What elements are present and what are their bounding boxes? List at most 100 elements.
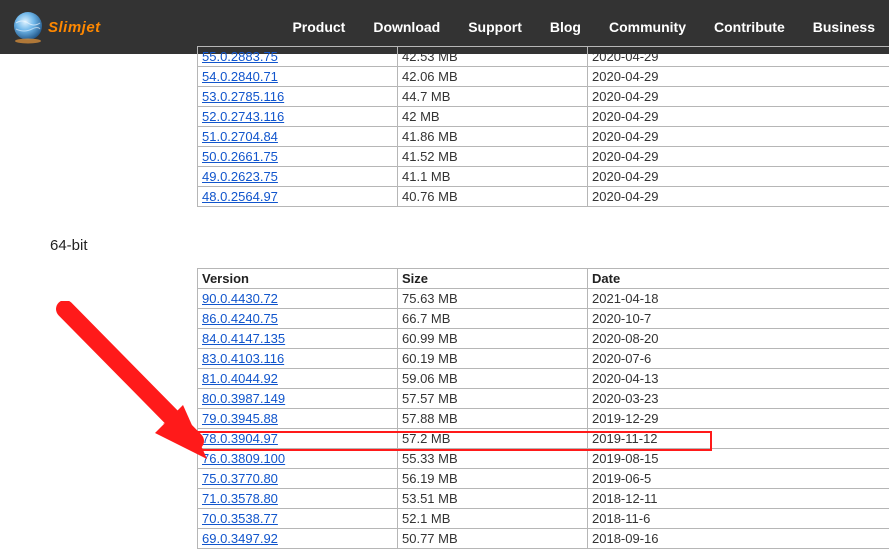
table-row: 78.0.3904.9757.2 MB2019-11-12 [198, 429, 889, 449]
cell-version: 52.0.2743.116 [198, 107, 398, 127]
table-row: 81.0.4044.9259.06 MB2020-04-13 [198, 369, 889, 389]
th-size: Size [398, 269, 588, 289]
version-link[interactable]: 86.0.4240.75 [202, 311, 278, 326]
cell-date: 2021-04-18 [588, 289, 889, 309]
cell-version: 80.0.3987.149 [198, 389, 398, 409]
table-row: 49.0.2623.7541.1 MB2020-04-29 [198, 167, 889, 187]
versions-table-top: 55.0.2883.7542.53 MB2020-04-2954.0.2840.… [197, 46, 889, 207]
cell-version: 83.0.4103.116 [198, 349, 398, 369]
table-row: 80.0.3987.14957.57 MB2020-03-23 [198, 389, 889, 409]
cell-date: 2020-04-13 [588, 369, 889, 389]
cell-date: 2019-12-29 [588, 409, 889, 429]
cell-size: 50.77 MB [398, 529, 588, 549]
cell-size: 52.1 MB [398, 509, 588, 529]
version-link[interactable]: 81.0.4044.92 [202, 371, 278, 386]
cell-date: 2018-11-6 [588, 509, 889, 529]
cell-version: 71.0.3578.80 [198, 489, 398, 509]
version-link[interactable]: 79.0.3945.88 [202, 411, 278, 426]
table-row: 52.0.2743.116 42 MB2020-04-29 [198, 107, 889, 127]
table-row: 50.0.2661.75 41.52 MB2020-04-29 [198, 147, 889, 167]
cell-version: 69.0.3497.92 [198, 529, 398, 549]
cell-size: 55.33 MB [398, 449, 588, 469]
cell-date: 2019-08-15 [588, 449, 889, 469]
cell-size: 56.19 MB [398, 469, 588, 489]
content: 55.0.2883.7542.53 MB2020-04-2954.0.2840.… [0, 46, 889, 549]
cell-date: 2020-04-29 [588, 87, 889, 107]
cell-date: 2020-07-6 [588, 349, 889, 369]
version-link[interactable]: 83.0.4103.116 [202, 351, 284, 366]
version-link[interactable]: 90.0.4430.72 [202, 291, 278, 306]
cell-date: 2020-04-29 [588, 127, 889, 147]
cell-date: 2020-03-23 [588, 389, 889, 409]
table-row: 71.0.3578.80 53.51 MB2018-12-11 [198, 489, 889, 509]
version-link[interactable]: 78.0.3904.97 [202, 431, 278, 446]
cell-version: 81.0.4044.92 [198, 369, 398, 389]
cell-date: 2018-09-16 [588, 529, 889, 549]
cell-version: 90.0.4430.72 [198, 289, 398, 309]
table-row: 83.0.4103.116 60.19 MB2020-07-6 [198, 349, 889, 369]
version-link[interactable]: 69.0.3497.92 [202, 531, 278, 546]
cell-size: 60.19 MB [398, 349, 588, 369]
version-link[interactable]: 49.0.2623.75 [202, 169, 278, 184]
logo[interactable]: Slimjet [10, 9, 101, 45]
cell-version: 78.0.3904.97 [198, 429, 398, 449]
section-title-64bit: 64-bit [50, 237, 889, 254]
cell-size: 41.1 MB [398, 167, 588, 187]
table-row: 53.0.2785.11644.7 MB2020-04-29 [198, 87, 889, 107]
cell-size: 41.52 MB [398, 147, 588, 167]
cell-version: 49.0.2623.75 [198, 167, 398, 187]
table-header-row: Version Size Date [198, 269, 889, 289]
cell-version: 55.0.2883.75 [198, 47, 398, 67]
cell-date: 2020-04-29 [588, 107, 889, 127]
cell-version: 70.0.3538.77 [198, 509, 398, 529]
table-row: 86.0.4240.7566.7 MB2020-10-7 [198, 309, 889, 329]
table-row: 51.0.2704.8441.86 MB2020-04-29 [198, 127, 889, 147]
th-date: Date [588, 269, 889, 289]
cell-size: 57.2 MB [398, 429, 588, 449]
version-link[interactable]: 55.0.2883.75 [202, 49, 278, 64]
globe-icon [10, 9, 46, 45]
table-row: 79.0.3945.88 57.88 MB2019-12-29 [198, 409, 889, 429]
version-link[interactable]: 53.0.2785.116 [202, 89, 284, 104]
table-row: 84.0.4147.13560.99 MB2020-08-20 [198, 329, 889, 349]
cell-date: 2020-04-29 [588, 147, 889, 167]
version-link[interactable]: 52.0.2743.116 [202, 109, 284, 124]
cell-version: 54.0.2840.71 [198, 67, 398, 87]
table-row: 70.0.3538.77 52.1 MB2018-11-6 [198, 509, 889, 529]
version-link[interactable]: 75.0.3770.80 [202, 471, 278, 486]
cell-version: 76.0.3809.100 [198, 449, 398, 469]
cell-date: 2020-04-29 [588, 47, 889, 67]
cell-size: 40.76 MB [398, 187, 588, 207]
cell-date: 2019-06-5 [588, 469, 889, 489]
table-row: 54.0.2840.7142.06 MB2020-04-29 [198, 67, 889, 87]
cell-size: 53.51 MB [398, 489, 588, 509]
version-link[interactable]: 71.0.3578.80 [202, 491, 278, 506]
cell-version: 53.0.2785.116 [198, 87, 398, 107]
version-link[interactable]: 50.0.2661.75 [202, 149, 278, 164]
version-link[interactable]: 51.0.2704.84 [202, 129, 278, 144]
cell-date: 2020-08-20 [588, 329, 889, 349]
cell-size: 75.63 MB [398, 289, 588, 309]
version-link[interactable]: 84.0.4147.135 [202, 331, 285, 346]
version-link[interactable]: 80.0.3987.149 [202, 391, 285, 406]
cell-size: 42.06 MB [398, 67, 588, 87]
table-row: 69.0.3497.92 50.77 MB2018-09-16 [198, 529, 889, 549]
cell-version: 84.0.4147.135 [198, 329, 398, 349]
th-version: Version [198, 269, 398, 289]
red-arrow-icon [55, 301, 215, 471]
brand-text: Slimjet [48, 19, 101, 36]
version-link[interactable]: 76.0.3809.100 [202, 451, 285, 466]
cell-version: 51.0.2704.84 [198, 127, 398, 147]
cell-version: 79.0.3945.88 [198, 409, 398, 429]
cell-version: 50.0.2661.75 [198, 147, 398, 167]
version-link[interactable]: 48.0.2564.97 [202, 189, 278, 204]
cell-date: 2020-10-7 [588, 309, 889, 329]
table-row: 76.0.3809.100 55.33 MB2019-08-15 [198, 449, 889, 469]
version-link[interactable]: 54.0.2840.71 [202, 69, 278, 84]
cell-date: 2018-12-11 [588, 489, 889, 509]
cell-size: 57.88 MB [398, 409, 588, 429]
cell-size: 42 MB [398, 107, 588, 127]
version-link[interactable]: 70.0.3538.77 [202, 511, 278, 526]
cell-version: 48.0.2564.97 [198, 187, 398, 207]
versions-table-64bit: Version Size Date 90.0.4430.7275.63 MB20… [197, 268, 889, 549]
